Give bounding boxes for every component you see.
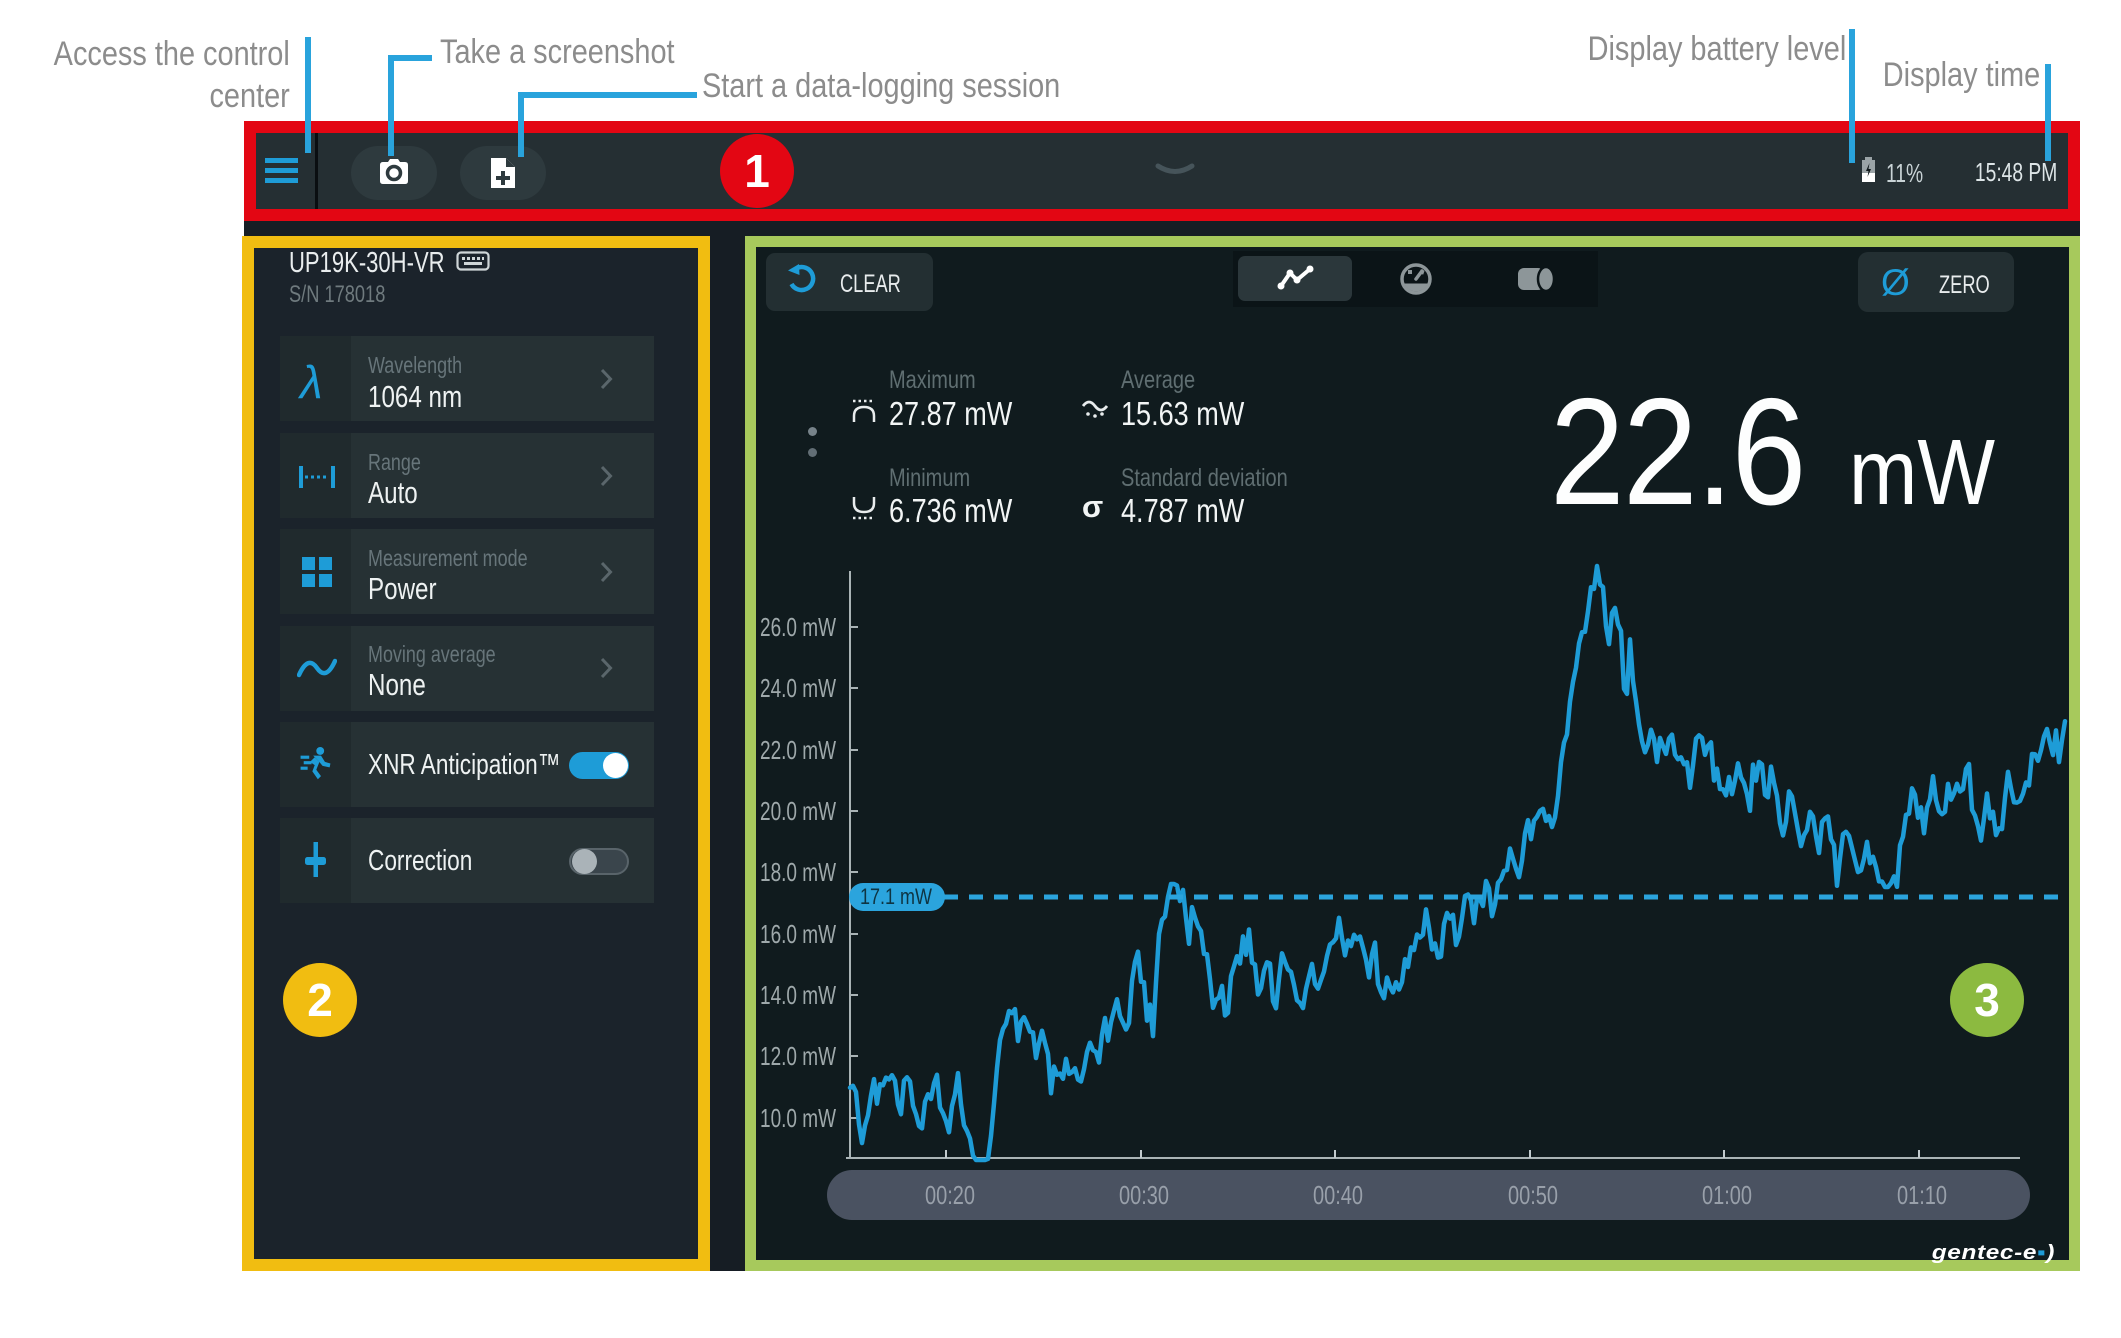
svg-text:12.0 mW: 12.0 mW — [760, 1041, 836, 1071]
svg-text:00:20: 00:20 — [925, 1180, 975, 1210]
svg-text:00:40: 00:40 — [1313, 1180, 1363, 1210]
svg-text:01:00: 01:00 — [1702, 1180, 1752, 1210]
svg-text:20.0 mW: 20.0 mW — [760, 796, 836, 826]
svg-text:00:50: 00:50 — [1508, 1180, 1558, 1210]
svg-text:14.0 mW: 14.0 mW — [760, 980, 836, 1010]
svg-text:18.0 mW: 18.0 mW — [760, 857, 836, 887]
svg-text:26.0 mW: 26.0 mW — [760, 612, 836, 642]
svg-text:01:10: 01:10 — [1897, 1180, 1947, 1210]
svg-text:24.0 mW: 24.0 mW — [760, 673, 836, 703]
svg-text:00:30: 00:30 — [1119, 1180, 1169, 1210]
svg-text:22.0 mW: 22.0 mW — [760, 735, 836, 765]
svg-text:16.0 mW: 16.0 mW — [760, 919, 836, 949]
svg-text:17.1 mW: 17.1 mW — [860, 884, 932, 909]
svg-text:10.0 mW: 10.0 mW — [760, 1103, 836, 1133]
